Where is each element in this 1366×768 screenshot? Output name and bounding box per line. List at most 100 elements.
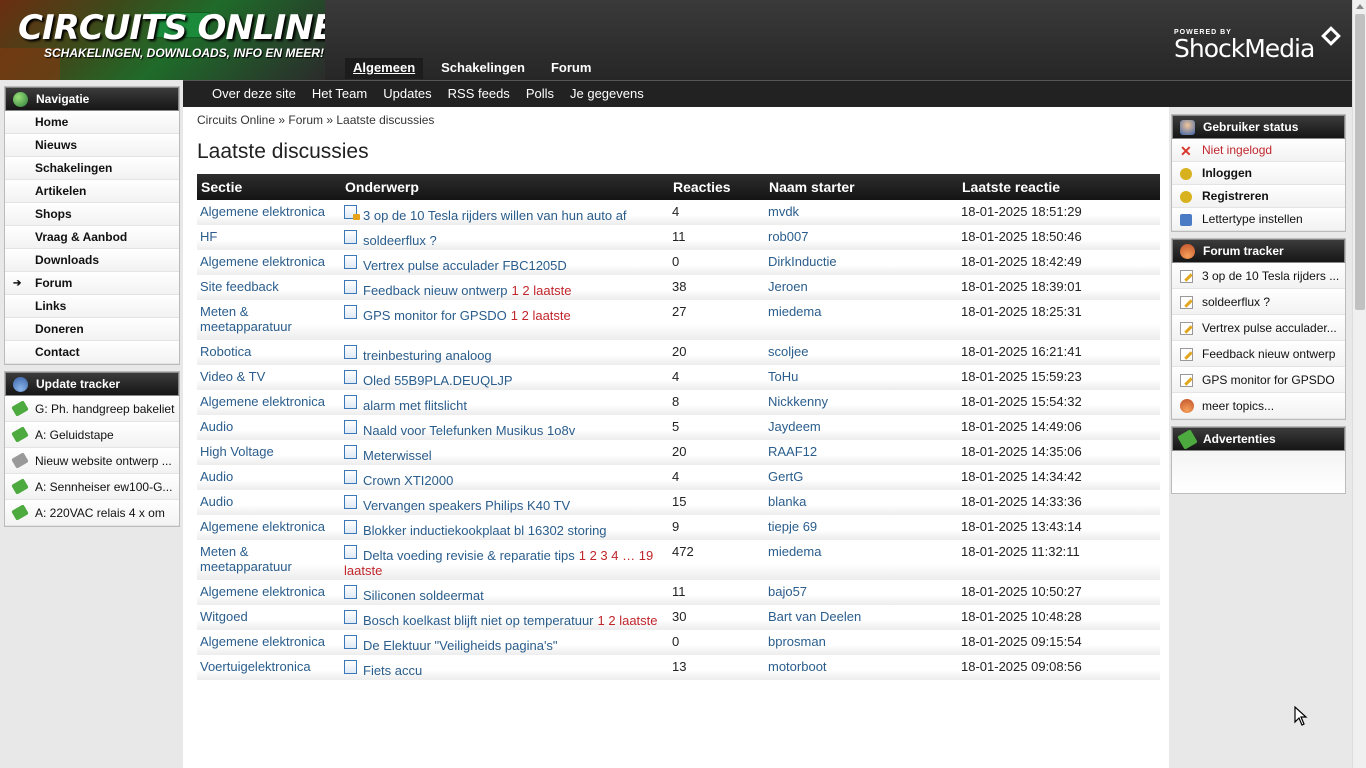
topic-link[interactable]: Vertrex pulse acculader FBC1205D xyxy=(363,258,567,273)
sub-nav-item[interactable]: Polls xyxy=(518,81,562,107)
section-link[interactable]: Audio xyxy=(197,464,341,490)
forum-tracker-item[interactable]: Vertrex pulse acculader... xyxy=(1172,315,1345,341)
section-link[interactable]: Voertuigelektronica xyxy=(197,654,341,680)
section-link[interactable]: Audio xyxy=(197,489,341,515)
starter-link[interactable]: tiepje 69 xyxy=(765,514,958,540)
sub-nav-item[interactable]: RSS feeds xyxy=(440,81,518,107)
starter-link[interactable]: bajo57 xyxy=(765,579,958,605)
user-status-item[interactable]: Inloggen xyxy=(1172,162,1345,185)
starter-link[interactable]: motorboot xyxy=(765,654,958,680)
scroll-up-icon[interactable] xyxy=(1356,4,1364,9)
sidebar-item-contact[interactable]: Contact xyxy=(5,341,179,364)
main-nav-algemeen[interactable]: Algemeen xyxy=(345,58,424,79)
section-link[interactable]: Meten & meetapparatuur xyxy=(197,539,341,580)
section-link[interactable]: Video & TV xyxy=(197,364,341,390)
update-item[interactable]: A: 220VAC relais 4 x om xyxy=(5,500,179,526)
starter-link[interactable]: miedema xyxy=(765,299,958,340)
topic-pages-links[interactable]: 1 2 laatste xyxy=(598,613,658,628)
forum-tracker-item[interactable]: 3 op de 10 Tesla rijders ... xyxy=(1172,263,1345,289)
forum-tracker-item[interactable]: soldeerflux ? xyxy=(1172,289,1345,315)
section-link[interactable]: High Voltage xyxy=(197,439,341,465)
scrollbar-thumb[interactable] xyxy=(1355,14,1365,310)
forum-tracker-item[interactable]: GPS monitor for GPSDO xyxy=(1172,367,1345,393)
sidebar-item-shops[interactable]: Shops xyxy=(5,203,179,226)
sub-nav-item[interactable]: Je gegevens xyxy=(562,81,652,107)
topic-link[interactable]: Blokker inductiekookplaat bl 16302 stori… xyxy=(363,523,607,538)
starter-link[interactable]: Bart van Deelen xyxy=(765,604,958,630)
starter-link[interactable]: Jeroen xyxy=(765,274,958,300)
sidebar-item-vraag-aanbod[interactable]: Vraag & Aanbod xyxy=(5,226,179,249)
sidebar-item-home[interactable]: Home xyxy=(5,111,179,134)
sidebar-item-nieuws[interactable]: Nieuws xyxy=(5,134,179,157)
update-item[interactable]: Nieuw website ontwerp ... xyxy=(5,448,179,474)
user-status-item[interactable]: ✕ Niet ingelogd xyxy=(1172,139,1345,162)
starter-link[interactable]: bprosman xyxy=(765,629,958,655)
topic-link[interactable]: Delta voeding revisie & reparatie tips xyxy=(363,548,575,563)
update-item[interactable]: G: Ph. handgreep bakeliet xyxy=(5,396,179,422)
site-logo[interactable]: CIRCUITS ONLINE SCHAKELINGEN, DOWNLOADS,… xyxy=(0,0,325,80)
section-link[interactable]: Witgoed xyxy=(197,604,341,630)
starter-link[interactable]: Jaydeem xyxy=(765,414,958,440)
topic-link[interactable]: Vervangen speakers Philips K40 TV xyxy=(363,498,570,513)
section-link[interactable]: Algemene elektronica xyxy=(197,514,341,540)
sub-nav-item[interactable]: Updates xyxy=(375,81,439,107)
column-header-topic[interactable]: Onderwerp xyxy=(341,174,669,200)
starter-link[interactable]: RAAF12 xyxy=(765,439,958,465)
topic-pages-links[interactable]: 1 2 laatste xyxy=(511,308,571,323)
update-item[interactable]: A: Sennheiser ew100-G... xyxy=(5,474,179,500)
topic-link[interactable]: 3 op de 10 Tesla rijders willen van hun … xyxy=(363,208,627,223)
topic-link[interactable]: Fiets accu xyxy=(363,663,422,678)
topic-link[interactable]: soldeerflux ? xyxy=(363,233,437,248)
starter-link[interactable]: DirkInductie xyxy=(765,249,958,275)
scrollbar[interactable] xyxy=(1352,0,1366,768)
section-link[interactable]: Algemene elektronica xyxy=(197,249,341,275)
starter-link[interactable]: blanka xyxy=(765,489,958,515)
section-link[interactable]: Algemene elektronica xyxy=(197,579,341,605)
sub-nav-item[interactable]: Het Team xyxy=(304,81,375,107)
topic-link[interactable]: De Elektuur "Veiligheids pagina's" xyxy=(363,638,558,653)
user-status-item[interactable]: Lettertype instellen xyxy=(1172,208,1345,231)
topic-link[interactable]: treinbesturing analoog xyxy=(363,348,492,363)
topic-link[interactable]: Feedback nieuw ontwerp xyxy=(363,283,508,298)
topic-link[interactable]: Oled 55B9PLA.DEUQLJP xyxy=(363,373,513,388)
forum-tracker-item[interactable]: Feedback nieuw ontwerp xyxy=(1172,341,1345,367)
starter-link[interactable]: mvdk xyxy=(765,200,958,225)
breadcrumb[interactable]: Circuits Online » Forum » Laatste discus… xyxy=(197,113,1169,127)
sidebar-item-links[interactable]: Links xyxy=(5,295,179,318)
topic-link[interactable]: Siliconen soldeermat xyxy=(363,588,484,603)
column-header-section[interactable]: Sectie xyxy=(197,174,341,200)
section-link[interactable]: Audio xyxy=(197,414,341,440)
topic-link[interactable]: Meterwissel xyxy=(363,448,432,463)
topic-link[interactable]: Naald voor Telefunken Musikus 1o8v xyxy=(363,423,575,438)
sidebar-item-downloads[interactable]: Downloads xyxy=(5,249,179,272)
topic-link[interactable]: GPS monitor for GPSDO xyxy=(363,308,507,323)
sub-nav-item[interactable]: Over deze site xyxy=(204,81,304,107)
sidebar-item-forum[interactable]: Forum xyxy=(5,272,179,295)
forum-tracker-item[interactable]: meer topics... xyxy=(1172,393,1345,419)
topic-link[interactable]: Bosch koelkast blijft niet op temperatuu… xyxy=(363,613,594,628)
column-header-replies[interactable]: Reacties xyxy=(669,174,765,200)
section-link[interactable]: Algemene elektronica xyxy=(197,629,341,655)
section-link[interactable]: Meten & meetapparatuur xyxy=(197,299,341,340)
starter-link[interactable]: rob007 xyxy=(765,224,958,250)
starter-link[interactable]: Nickkenny xyxy=(765,389,958,415)
starter-link[interactable]: GertG xyxy=(765,464,958,490)
main-nav-schakelingen[interactable]: Schakelingen xyxy=(433,58,533,79)
starter-link[interactable]: ToHu xyxy=(765,364,958,390)
sidebar-item-schakelingen[interactable]: Schakelingen xyxy=(5,157,179,180)
section-link[interactable]: Robotica xyxy=(197,339,341,365)
starter-link[interactable]: miedema xyxy=(765,539,958,580)
topic-link[interactable]: Crown XTI2000 xyxy=(363,473,453,488)
sponsor-logo[interactable]: POWERED BY ShockMedia xyxy=(1174,26,1341,63)
sidebar-item-artikelen[interactable]: Artikelen xyxy=(5,180,179,203)
user-status-item[interactable]: Registreren xyxy=(1172,185,1345,208)
sidebar-item-doneren[interactable]: Doneren xyxy=(5,318,179,341)
column-header-starter[interactable]: Naam starter xyxy=(765,174,958,200)
main-nav-forum[interactable]: Forum xyxy=(543,58,599,79)
topic-pages-links[interactable]: 1 2 laatste xyxy=(512,283,572,298)
starter-link[interactable]: scoljee xyxy=(765,339,958,365)
column-header-last-reply[interactable]: Laatste reactie xyxy=(958,174,1160,200)
section-link[interactable]: Site feedback xyxy=(197,274,341,300)
topic-link[interactable]: alarm met flitslicht xyxy=(363,398,467,413)
update-item[interactable]: A: Geluidstape xyxy=(5,422,179,448)
